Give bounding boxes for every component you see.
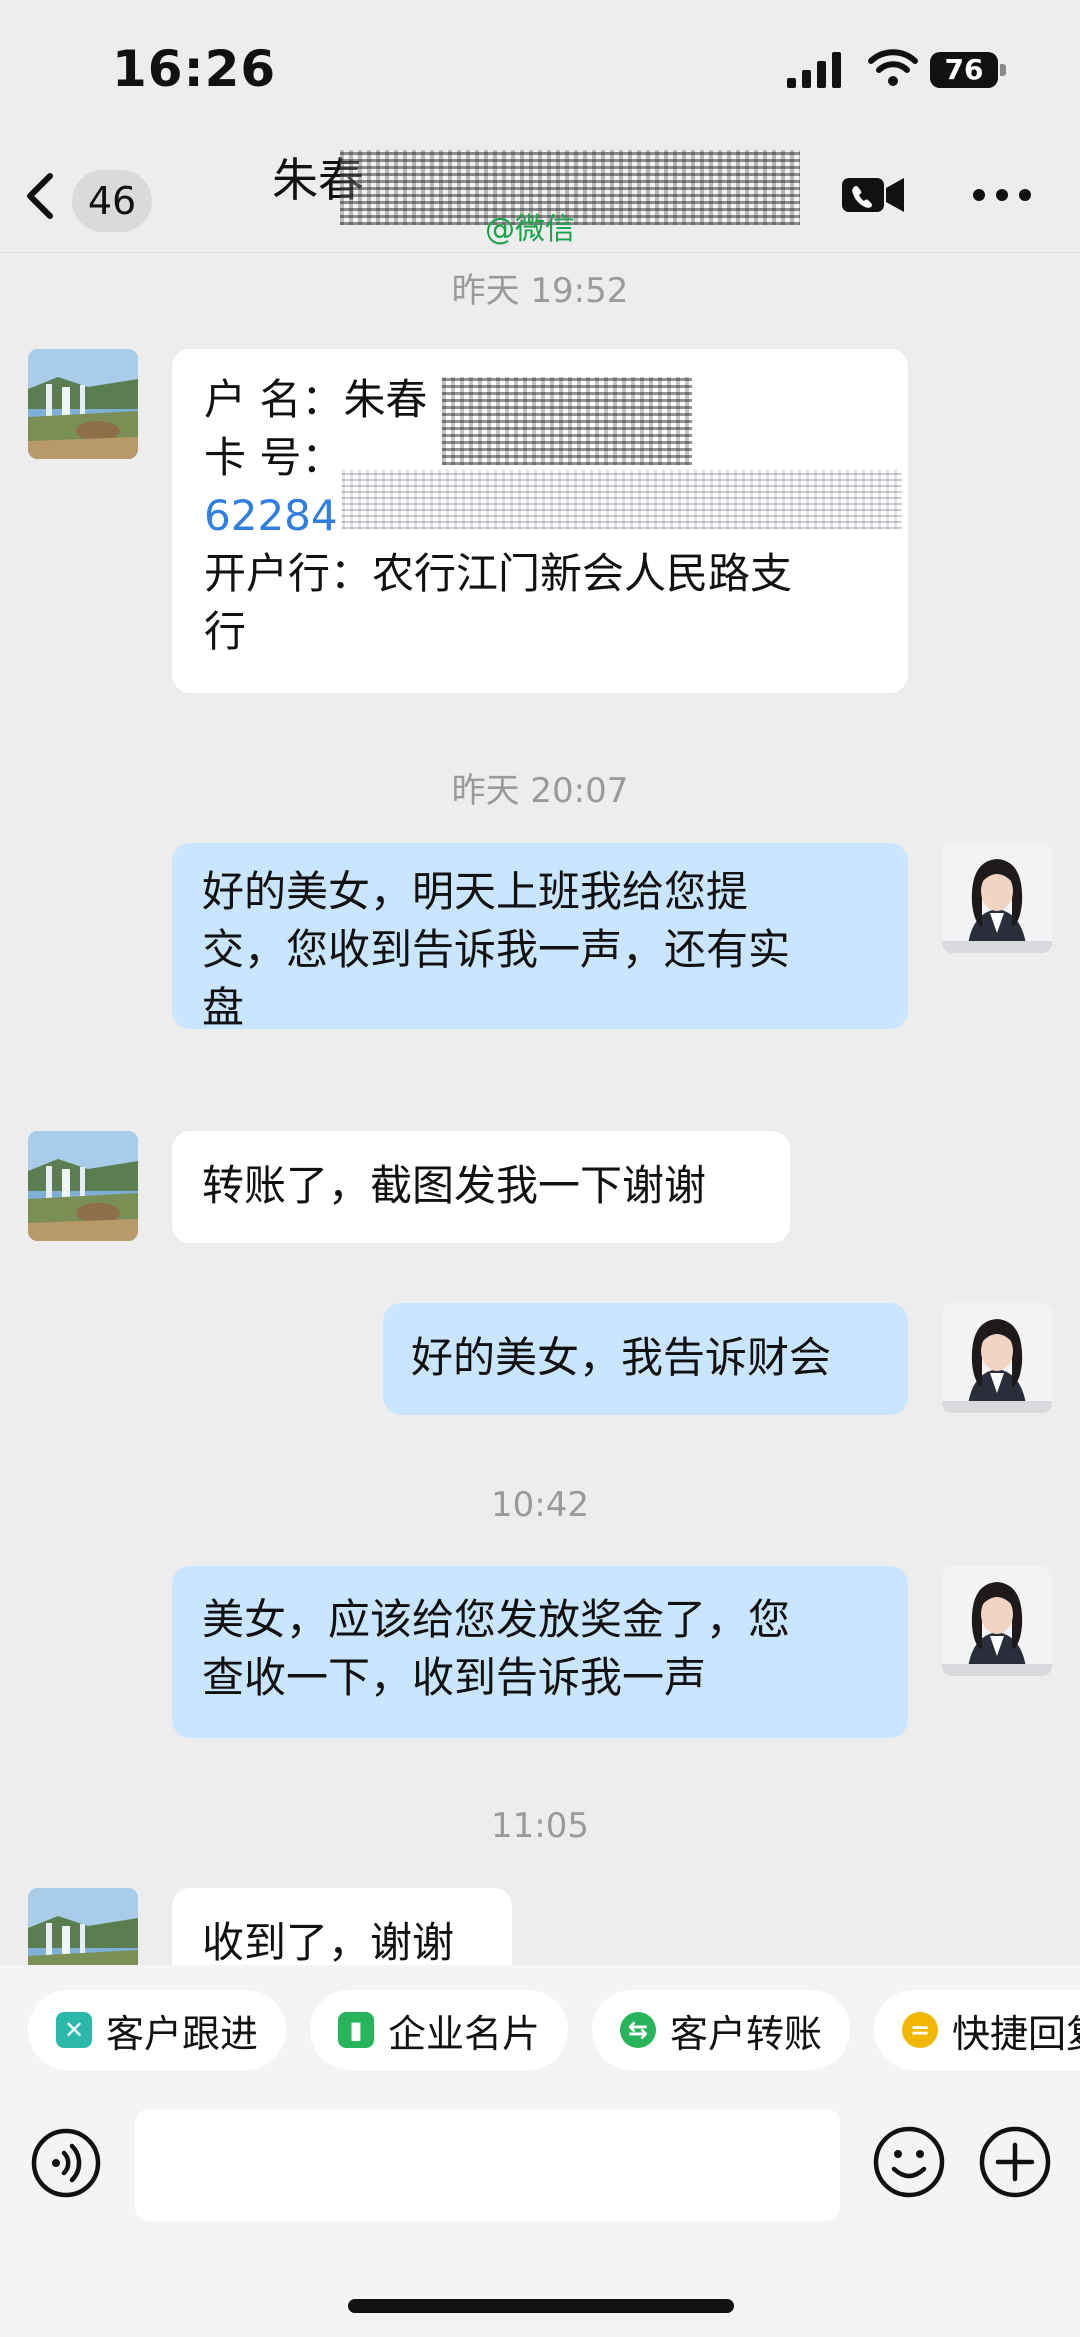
bank-branch-line-2: 行	[204, 607, 247, 656]
quick-action-label: 企业名片	[388, 2011, 541, 2056]
quick-action-label: 客户转账	[670, 2011, 823, 2056]
status-time: 16:26	[112, 40, 277, 98]
message-timestamp: 10:42	[491, 1485, 589, 1525]
message-text: 转账了，截图发我一下谢谢	[202, 1161, 707, 1210]
message-timestamp: 昨天 19:52	[451, 271, 629, 311]
home-indicator	[348, 2299, 734, 2313]
message-text-line: 查收一下，收到告诉我一声	[202, 1653, 707, 1702]
quick-action-business-card[interactable]: ▮ 企业名片	[310, 1990, 568, 2070]
back-arrow-icon[interactable]	[22, 170, 58, 222]
contact-avatar[interactable]	[28, 1888, 138, 1965]
message-text-line: 好的美女，明天上班我给您提	[202, 867, 749, 916]
incoming-message-bubble[interactable]: 收到了，谢谢	[172, 1888, 512, 1965]
quick-action-follow-up[interactable]: ✕ 客户跟进	[28, 1990, 286, 2070]
bank-info-bubble[interactable]: 户 名：朱春 卡 号： 62284 开户行：农行江门新会人民路支 行	[172, 349, 908, 693]
battery-level: 76	[930, 52, 998, 88]
transfer-icon: ⇆	[620, 2012, 656, 2048]
my-avatar[interactable]	[942, 1566, 1052, 1676]
quick-action-label: 客户跟进	[106, 2011, 259, 2056]
outgoing-message-bubble[interactable]: 好的美女，明天上班我给您提 交，您收到告诉我一声，还有实 盘	[172, 843, 908, 1032]
wifi-icon	[868, 49, 918, 86]
quick-action-label: 快捷回复	[952, 2011, 1080, 2056]
business-card-icon: ▮	[338, 2012, 374, 2048]
voice-input-icon[interactable]	[30, 2127, 102, 2199]
message-timestamp: 昨天 20:07	[451, 771, 629, 811]
message-text-line: 交，您收到告诉我一声，还有实	[202, 925, 791, 974]
outgoing-message-bubble[interactable]: 好的美女，我告诉财会	[383, 1303, 908, 1415]
redaction-mask	[342, 469, 902, 529]
message-text-line: 盘	[202, 983, 245, 1032]
redaction-mask	[442, 377, 692, 465]
follow-up-icon: ✕	[56, 2012, 92, 2048]
my-avatar[interactable]	[942, 843, 1052, 953]
unread-count-badge[interactable]: 46	[72, 170, 152, 232]
message-input[interactable]	[135, 2109, 840, 2221]
message-text: 收到了，谢谢	[202, 1918, 455, 1965]
quick-action-quick-reply[interactable]: = 快捷回复	[874, 1990, 1080, 2070]
message-list[interactable]: 昨天 19:52 户 名：朱春 卡 号： 62284 开户行：农行江门新会人民路…	[0, 253, 1080, 1965]
outgoing-message-bubble[interactable]: 美女，应该给您发放奖金了，您 查收一下，收到告诉我一声	[172, 1566, 908, 1738]
wechat-source-tag: @微信	[485, 212, 575, 247]
quick-action-bar: ✕ 客户跟进 ▮ 企业名片 ⇆ 客户转账 = 快捷回复	[0, 1965, 1080, 2077]
message-timestamp: 11:05	[491, 1806, 589, 1846]
status-bar: 16:26 76	[0, 0, 1080, 140]
bank-branch-line: 开户行：农行江门新会人民路支	[204, 549, 793, 598]
input-bar	[0, 2077, 1080, 2337]
chat-header: 46 朱春 @微信	[0, 140, 1080, 253]
contact-avatar[interactable]	[28, 1131, 138, 1241]
emoji-icon[interactable]	[872, 2125, 946, 2199]
signal-icon	[787, 52, 841, 88]
message-text-line: 美女，应该给您发放奖金了，您	[202, 1595, 791, 1644]
contact-avatar[interactable]	[28, 349, 138, 459]
video-call-icon[interactable]	[840, 172, 906, 218]
add-attachment-icon[interactable]	[978, 2125, 1052, 2199]
my-avatar[interactable]	[942, 1303, 1052, 1413]
message-text-line: 好的美女，我告诉财会	[411, 1333, 832, 1382]
quick-action-transfer[interactable]: ⇆ 客户转账	[592, 1990, 850, 2070]
battery-icon: 76	[930, 52, 1008, 88]
quick-reply-icon: =	[902, 2012, 938, 2048]
incoming-message-bubble[interactable]: 转账了，截图发我一下谢谢	[172, 1131, 790, 1243]
more-options-icon[interactable]	[972, 188, 1032, 202]
